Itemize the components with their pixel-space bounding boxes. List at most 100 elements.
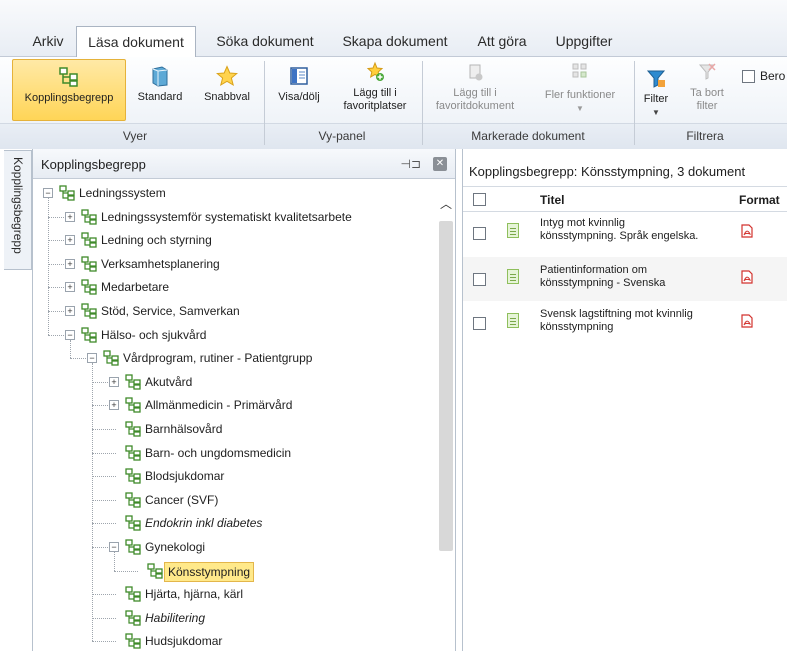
star-icon xyxy=(216,65,238,87)
tree-node[interactable]: Cancer (SVF) xyxy=(33,490,433,510)
row-checkbox[interactable] xyxy=(473,273,486,286)
tree-connector xyxy=(92,429,116,430)
menu-bar: Arkiv Läsa dokument Söka dokument Skapa … xyxy=(0,0,787,58)
tree-node[interactable]: Barnhälsovård xyxy=(33,419,433,439)
tab-att-gora[interactable]: Att göra xyxy=(470,26,534,57)
document-row[interactable]: Patientinformation om könsstympning - Sv… xyxy=(463,257,787,301)
bero-checkbox[interactable] xyxy=(742,70,755,83)
tree-node[interactable]: + Akutvård xyxy=(33,372,433,392)
tree-connector xyxy=(92,452,116,454)
chevron-down-icon: ▼ xyxy=(576,104,584,113)
expand-icon[interactable]: + xyxy=(65,306,75,316)
expand-icon[interactable]: + xyxy=(109,376,119,387)
expand-icon[interactable]: + xyxy=(65,235,75,246)
tree-node[interactable]: Blodsjukdomar xyxy=(33,466,433,486)
collapse-icon[interactable]: − xyxy=(65,329,75,340)
snabbval-label: Snabbval xyxy=(204,91,250,103)
tree-node[interactable]: Könsstympning xyxy=(33,561,433,582)
grid-icon xyxy=(572,63,587,78)
tree-connector xyxy=(92,617,116,619)
column-header-titel[interactable]: Titel xyxy=(540,193,564,207)
favoritdokument-label-1: Lägg till i xyxy=(453,87,497,99)
lagg-till-favoritdokument-button[interactable]: Lägg till i favoritdokument xyxy=(426,59,524,121)
tab-soka-dokument[interactable]: Söka dokument xyxy=(204,26,326,57)
scrollbar-thumb[interactable] xyxy=(439,221,453,551)
tab-skapa-dokument[interactable]: Skapa dokument xyxy=(332,26,458,57)
document-title-line2: könsstympning - Svenska xyxy=(540,277,666,289)
link-tree-icon xyxy=(59,67,78,87)
book-icon xyxy=(152,66,168,87)
tree-node[interactable]: + Stöd, Service, Samverkan xyxy=(33,301,433,321)
document-title[interactable]: Svensk lagstiftning mot kvinnlig könssty… xyxy=(540,308,736,334)
tab-uppgifter[interactable]: Uppgifter xyxy=(546,26,622,57)
document-row[interactable]: Svensk lagstiftning mot kvinnlig könssty… xyxy=(463,304,787,348)
tab-lasa-dokument[interactable]: Läsa dokument xyxy=(76,26,196,58)
tree-pane-header: Kopplingsbegrepp ⊣⊐ ✕ xyxy=(33,149,455,179)
standard-button[interactable]: Standard xyxy=(131,59,189,121)
fler-funktioner-label: Fler funktioner xyxy=(544,89,616,101)
link-tree-icon xyxy=(125,374,141,390)
tree-node[interactable]: − Vårdprogram, rutiner - Patientgrupp xyxy=(33,348,433,368)
side-tab-kopplingsbegrepp[interactable]: Kopplingsbegrepp xyxy=(4,150,32,270)
lagg-till-favoritplatser-button[interactable]: Lägg till i favoritplatser xyxy=(334,59,416,121)
tree-node[interactable]: − Ledningssystem xyxy=(33,183,433,203)
tree-node[interactable]: + Allmänmedicin - Primärvård xyxy=(33,395,433,415)
tree-node[interactable]: Barn- och ungdomsmedicin xyxy=(33,443,433,463)
close-icon[interactable]: ✕ xyxy=(433,157,447,171)
link-tree-icon xyxy=(103,350,119,366)
tree-node[interactable]: + Ledning och styrning xyxy=(33,230,433,250)
collapse-icon[interactable]: − xyxy=(87,353,97,364)
row-checkbox[interactable] xyxy=(473,317,486,330)
row-checkbox[interactable] xyxy=(473,227,486,240)
pdf-icon xyxy=(741,314,753,328)
scroll-up-icon[interactable]: ︿ xyxy=(440,195,452,212)
tree-node-label: Hälso- och sjukvård xyxy=(101,327,207,342)
pin-icon[interactable]: ⊣⊐ xyxy=(400,157,421,171)
ta-bort-filter-button[interactable]: Ta bort filter xyxy=(682,59,732,121)
ta-bort-label-2: filter xyxy=(696,100,718,112)
favorite-doc-icon xyxy=(469,64,483,81)
filter-button[interactable]: Filter ▼ xyxy=(638,59,674,121)
bero-label: Bero xyxy=(760,69,786,83)
snabbval-button[interactable]: Snabbval xyxy=(194,59,260,121)
tree-node-label: Vårdprogram, rutiner - Patientgrupp xyxy=(123,351,313,366)
collapse-icon[interactable]: − xyxy=(43,188,53,198)
tree-connector xyxy=(114,570,138,572)
tree-node[interactable]: − Gynekologi xyxy=(33,537,433,557)
kopplingsbegrepp-button[interactable]: Kopplingsbegrepp xyxy=(12,59,126,121)
tree-node-label: Medarbetare xyxy=(101,280,170,295)
link-tree-icon xyxy=(125,444,141,461)
tree-node-label: Gynekologi xyxy=(145,540,206,554)
expand-icon[interactable]: + xyxy=(109,400,119,411)
tree-node-label: Hudsjukdomar xyxy=(145,634,223,649)
link-tree-icon xyxy=(125,421,141,437)
tree-node[interactable]: + Ledningssystemför systematiskt kvalitet… xyxy=(33,207,433,227)
tree-node[interactable]: − Hälso- och sjukvård xyxy=(33,325,433,345)
tree-node[interactable]: + Medarbetare xyxy=(33,277,433,297)
tree-node[interactable]: Habilitering xyxy=(33,608,433,628)
tree-node[interactable]: Hudsjukdomar xyxy=(33,631,433,651)
visa-dolj-button[interactable]: Visa/dölj xyxy=(268,59,330,121)
document-title[interactable]: Patientinformation om könsstympning - Sv… xyxy=(540,264,736,290)
tree-node[interactable]: Endokrin inkl diabetes xyxy=(33,513,433,533)
column-header-format[interactable]: Format xyxy=(739,193,780,207)
tree-scrollbar[interactable]: ︿ xyxy=(435,179,455,651)
link-tree-icon xyxy=(81,326,97,343)
pdf-icon xyxy=(741,224,753,238)
fler-funktioner-button[interactable]: Fler funktioner ▼ xyxy=(532,59,628,121)
expand-icon[interactable]: + xyxy=(65,258,75,269)
expand-icon[interactable]: + xyxy=(65,282,75,293)
tree-node-label: Blodsjukdomar xyxy=(145,469,225,484)
document-title[interactable]: Intyg mot kvinnlig könsstympning. Språk … xyxy=(540,217,736,243)
tree-node[interactable]: Hjärta, hjärna, kärl xyxy=(33,584,433,604)
group-markerade-dokument: Markerade dokument xyxy=(471,129,585,143)
collapse-icon[interactable]: − xyxy=(109,542,119,552)
select-all-checkbox[interactable] xyxy=(473,193,486,206)
tree-connector xyxy=(92,641,116,643)
tree-node[interactable]: + Verksamhetsplanering xyxy=(33,254,433,274)
document-row[interactable]: Intyg mot kvinnlig könsstympning. Språk … xyxy=(463,213,787,257)
tab-arkiv[interactable]: Arkiv xyxy=(26,26,70,57)
expand-icon[interactable]: + xyxy=(65,211,75,222)
document-icon xyxy=(507,313,519,328)
document-title-line2: könsstympning xyxy=(540,321,614,333)
